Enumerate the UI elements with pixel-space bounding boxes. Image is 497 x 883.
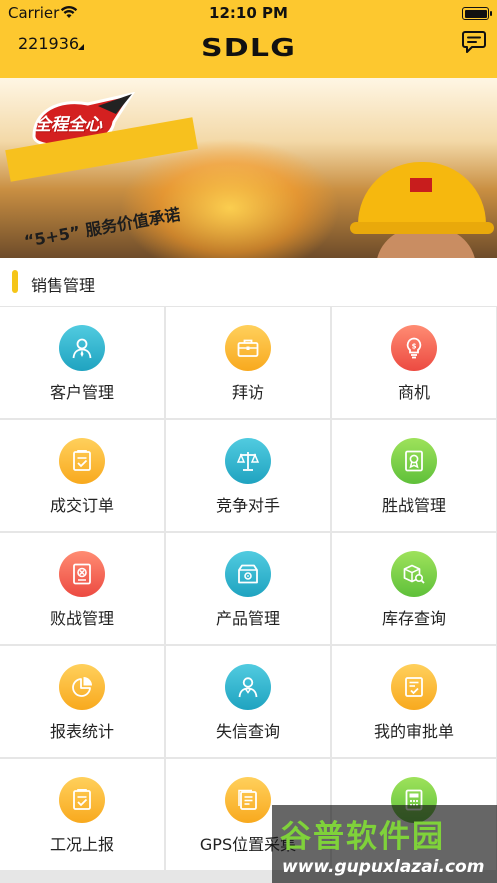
module-label: 胜战管理 xyxy=(381,496,446,515)
top-header: Carrier 12:10 PM 221936 SDLG xyxy=(0,0,497,78)
gps-document-icon xyxy=(225,777,271,823)
watermark-title: 谷普软件园 xyxy=(280,819,445,855)
module-dishonesty-query[interactable]: 失信查询 xyxy=(166,646,330,757)
customer-icon xyxy=(59,325,105,371)
briefcase-icon xyxy=(225,325,271,371)
module-opportunity[interactable]: $ 商机 xyxy=(332,307,496,418)
section-header: 销售管理 xyxy=(0,258,497,307)
report-icon xyxy=(59,777,105,823)
module-inventory-query[interactable]: 库存查询 xyxy=(332,533,496,644)
product-box-icon xyxy=(225,551,271,597)
module-product-management[interactable]: 产品管理 xyxy=(166,533,330,644)
inventory-icon xyxy=(391,551,437,597)
module-label: 败战管理 xyxy=(49,609,114,628)
module-visit[interactable]: 拜访 xyxy=(166,307,330,418)
module-label: 成交订单 xyxy=(49,496,114,515)
banner-hard-hat-brim xyxy=(350,222,494,234)
module-customer-management[interactable]: 客户管理 xyxy=(0,307,164,418)
module-label: 商机 xyxy=(397,383,430,402)
chat-bubble-icon[interactable] xyxy=(461,29,487,55)
status-time: 12:10 PM xyxy=(209,4,288,22)
pie-chart-icon xyxy=(59,664,105,710)
module-label: 客户管理 xyxy=(49,383,114,402)
module-deal-orders[interactable]: 成交订单 xyxy=(0,420,164,531)
module-label: 报表统计 xyxy=(49,722,114,741)
order-icon xyxy=(59,438,105,484)
module-label: 我的审批单 xyxy=(373,722,454,741)
svg-text:$: $ xyxy=(412,343,417,351)
battery-icon xyxy=(462,7,492,20)
module-won-deals[interactable]: 胜战管理 xyxy=(332,420,496,531)
brand-logo: SDLG xyxy=(200,33,297,62)
promo-banner[interactable]: 全程全心 “5+5” 服务价值承诺 xyxy=(0,78,497,258)
module-label: 竞争对手 xyxy=(215,496,280,515)
award-icon xyxy=(391,438,437,484)
scale-icon xyxy=(225,438,271,484)
module-report-statistics[interactable]: 报表统计 xyxy=(0,646,164,757)
section-title: 销售管理 xyxy=(31,276,96,295)
module-label: 拜访 xyxy=(231,383,264,402)
module-lost-deals[interactable]: 败战管理 xyxy=(0,533,164,644)
person-icon xyxy=(225,664,271,710)
section-accent-bar xyxy=(12,270,18,293)
watermark-url: www.gupuxlazai.com xyxy=(282,857,485,877)
module-my-approvals[interactable]: 我的审批单 xyxy=(332,646,496,757)
module-label: 产品管理 xyxy=(215,609,280,628)
lightbulb-icon: $ xyxy=(391,325,437,371)
module-working-condition-report[interactable]: 工况上报 xyxy=(0,759,164,870)
approval-icon xyxy=(391,664,437,710)
module-label: 失信查询 xyxy=(215,722,280,741)
watermark-overlay: 谷普软件园 www.gupuxlazai.com xyxy=(272,805,497,883)
status-bar: Carrier 12:10 PM xyxy=(0,0,497,26)
module-competitors[interactable]: 竞争对手 xyxy=(166,420,330,531)
module-label: 库存查询 xyxy=(381,609,446,628)
banner-hard-hat-logo xyxy=(410,178,432,192)
banner-badge-text: 全程全心 xyxy=(34,115,102,135)
lose-icon xyxy=(59,551,105,597)
module-label: 工况上报 xyxy=(49,835,114,854)
module-grid: 客户管理 拜访 $ 商机 成交订单 竞争对手 胜战管理 败战管理 产品管理 库存… xyxy=(0,307,497,883)
